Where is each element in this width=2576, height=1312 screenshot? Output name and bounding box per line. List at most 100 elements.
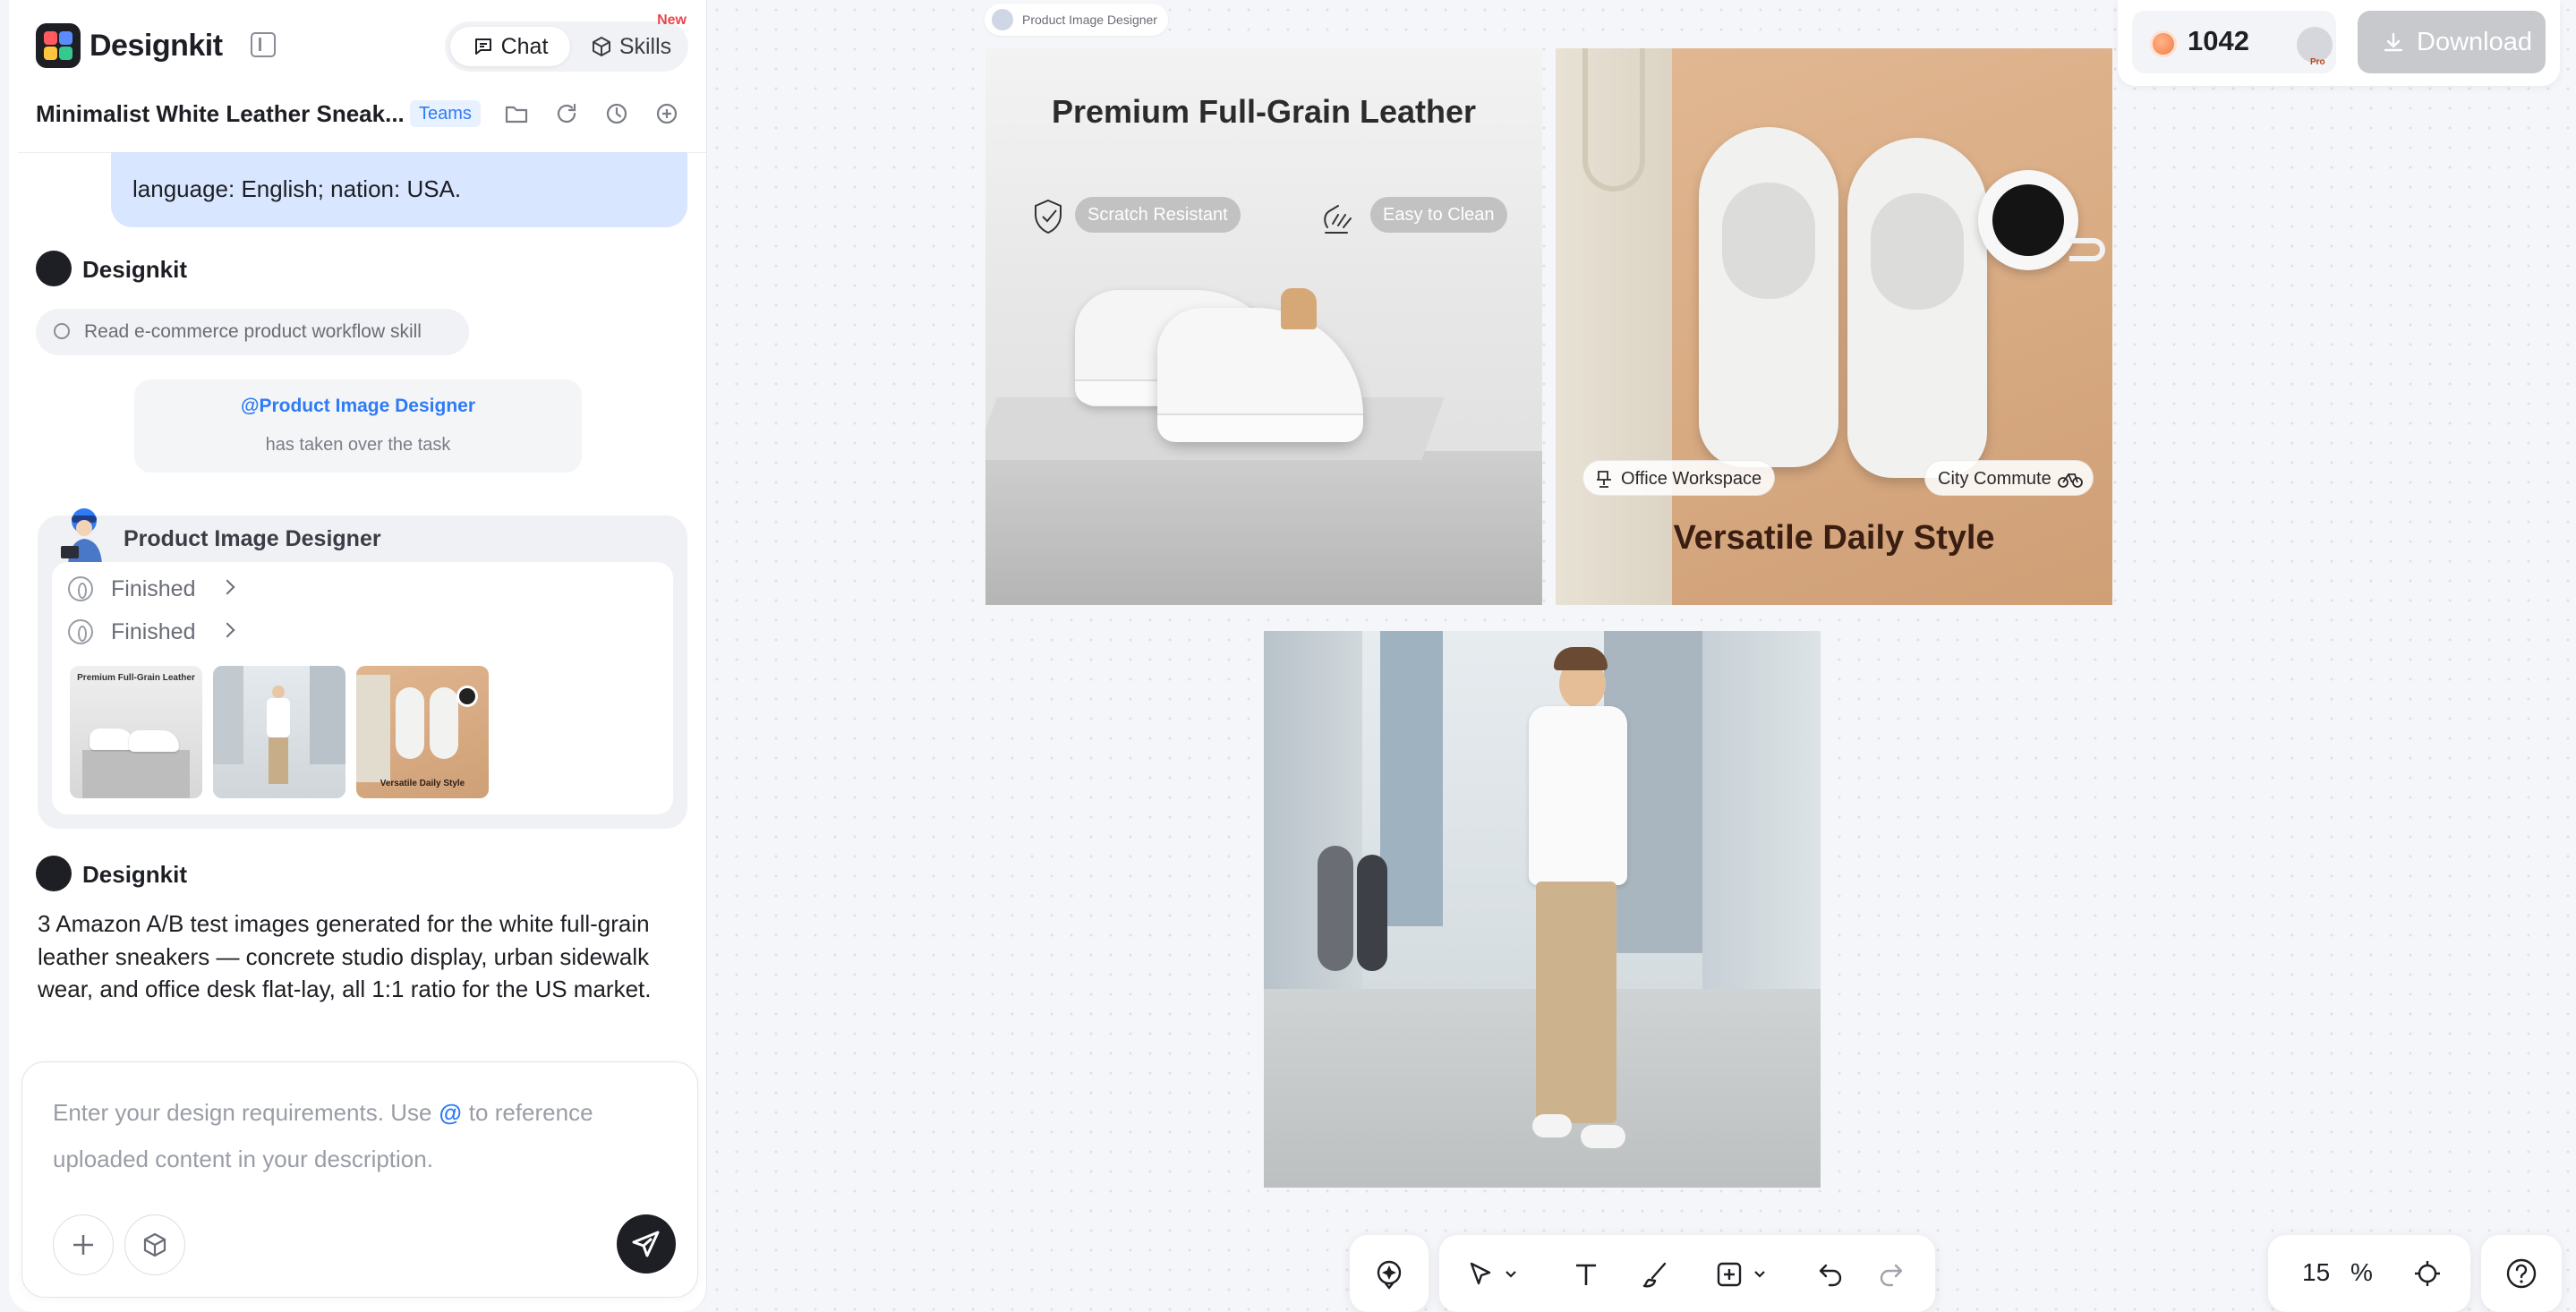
credits-box[interactable]: 1042 Pro (2132, 11, 2336, 73)
tool-call-chip[interactable]: Read e-commerce product workflow skill (36, 309, 469, 355)
add-circle-icon[interactable] (653, 100, 680, 127)
send-button[interactable] (617, 1214, 676, 1274)
agent-result-card: Product Image Designer Finished Finished… (38, 508, 687, 829)
download-button[interactable]: Download (2358, 11, 2546, 73)
skills-cube-icon (592, 37, 610, 56)
message-composer[interactable]: Enter your design requirements. Use @ to r… (21, 1061, 698, 1298)
folder-icon[interactable] (503, 100, 530, 127)
feature-badge: Scratch Resistant (1075, 197, 1241, 233)
agent-avatar (61, 508, 102, 564)
sidebar-collapse-icon[interactable] (251, 32, 276, 57)
chevron-right-icon (219, 622, 235, 638)
coin-icon (2150, 30, 2177, 57)
placeholder-text: Enter your design requirements. Use (53, 1099, 432, 1126)
composer-placeholder[interactable]: Enter your design requirements. Use @ to r… (53, 1089, 661, 1182)
insert-icon[interactable] (1713, 1258, 1745, 1291)
chevron-down-icon[interactable] (1502, 1258, 1520, 1291)
panel-header: Designkit Chat Skills New (36, 13, 688, 72)
add-attachment-button[interactable] (53, 1214, 114, 1275)
handoff-notice: @Product Image Designer has taken over t… (134, 379, 582, 473)
canvas-toolbar (1439, 1235, 1935, 1312)
text-icon[interactable] (1570, 1258, 1602, 1291)
assistant-avatar (36, 251, 72, 286)
undo-icon[interactable] (1815, 1258, 1847, 1291)
frame-label[interactable]: Product Image Designer (985, 4, 1168, 36)
image-headline: Versatile Daily Style (1673, 519, 1995, 557)
step-label: Finished (111, 619, 196, 644)
handoff-agent[interactable]: @Product Image Designer (134, 396, 582, 417)
chat-icon (474, 38, 491, 55)
assistant-name: Designkit (82, 861, 188, 888)
thumb-caption: Premium Full-Grain Leather (77, 673, 195, 683)
tab-chat-label: Chat (500, 33, 549, 59)
teams-tag[interactable]: Teams (410, 100, 481, 127)
mode-switch: Chat Skills New (445, 13, 688, 72)
plan-badge: Pro (2310, 57, 2325, 67)
thumbnail-street[interactable] (213, 666, 345, 798)
fit-screen-icon[interactable] (2411, 1257, 2444, 1290)
step-status-icon (68, 576, 93, 601)
assistant-avatar (36, 856, 72, 891)
project-bar: Minimalist White Leather Sneak... Teams (36, 97, 688, 132)
tool-call-label: Read e-commerce product workflow skill (84, 321, 422, 342)
brand-name: Designkit (90, 29, 223, 63)
scene-badge: City Commute (1924, 460, 2094, 496)
thumbnail-leather[interactable]: Premium Full-Grain Leather (70, 666, 202, 798)
chevron-right-icon (219, 579, 235, 595)
search-icon (54, 323, 70, 339)
send-icon (632, 1231, 660, 1257)
cube-icon (143, 1232, 166, 1257)
generated-image-leather[interactable]: Premium Full-Grain Leather Scratch Resis… (985, 48, 1542, 605)
chat-panel: Designkit Chat Skills New Minimalist Whi… (9, 0, 707, 1312)
assistant-name: Designkit (82, 256, 188, 283)
designkit-logo (36, 23, 81, 68)
feature-badge: Easy to Clean (1370, 197, 1507, 233)
step-label: Finished (111, 576, 196, 601)
handoff-text: has taken over the task (265, 435, 451, 455)
agent-name: Product Image Designer (124, 526, 381, 551)
help-icon[interactable] (2504, 1257, 2538, 1291)
scene-badge: Office Workspace (1582, 460, 1776, 496)
refresh-icon[interactable] (553, 100, 580, 127)
zoom-unit: % (2350, 1258, 2373, 1286)
thumbnail-flatlay[interactable]: Versatile Daily Style (356, 666, 489, 798)
chevron-down-icon[interactable] (1751, 1258, 1769, 1291)
assistant-summary: 3 Amazon A/B test images generated for t… (38, 910, 652, 1002)
generated-image-flatlay[interactable]: Office Workspace City Commute Versatile … (1556, 48, 2112, 605)
account-bar: 1042 Pro Download (2118, 0, 2560, 86)
scene-badge-label: Office Workspace (1621, 469, 1762, 489)
download-icon (2384, 32, 2403, 52)
frame-label-text: Product Image Designer (1022, 13, 1157, 27)
zoom-control: 15 % (2268, 1235, 2470, 1312)
plus-icon (73, 1235, 93, 1255)
tab-skills-label: Skills (618, 33, 672, 59)
ai-tool-group (1350, 1235, 1429, 1312)
scene-badge-label: City Commute (1938, 469, 2051, 489)
office-chair-icon (1597, 471, 1611, 488)
credit-count: 1042 (2188, 25, 2249, 56)
download-label: Download (2417, 28, 2532, 56)
agent-steps: Finished Finished Premium Full-Grain Lea… (52, 562, 673, 814)
shield-icon (1035, 199, 1062, 234)
tab-chat[interactable]: Chat (450, 27, 570, 66)
zoom-value[interactable]: 15 (2302, 1258, 2330, 1287)
tab-skills[interactable]: Skills (579, 27, 683, 66)
redo-icon[interactable] (1874, 1258, 1906, 1291)
hand-wipe-icon (1324, 205, 1352, 234)
new-badge: New (657, 13, 687, 28)
user-message: language: English; nation: USA. (111, 152, 687, 227)
mention-symbol: @ (439, 1099, 462, 1126)
skill-button[interactable] (124, 1214, 185, 1275)
thumb-caption: Versatile Daily Style (380, 779, 465, 788)
agent-mini-avatar (992, 9, 1013, 30)
brush-icon[interactable] (1640, 1258, 1672, 1291)
cursor-icon[interactable] (1464, 1258, 1497, 1291)
ai-sparkle-icon[interactable] (1373, 1258, 1405, 1291)
project-title[interactable]: Minimalist White Leather Sneak... (36, 100, 405, 128)
generated-image-street[interactable] (1264, 631, 1821, 1188)
image-headline: Premium Full-Grain Leather (1051, 93, 1477, 130)
bicycle-icon (2057, 473, 2083, 488)
step-status-icon (68, 619, 93, 644)
history-icon[interactable] (603, 100, 630, 127)
help-control (2481, 1235, 2562, 1312)
